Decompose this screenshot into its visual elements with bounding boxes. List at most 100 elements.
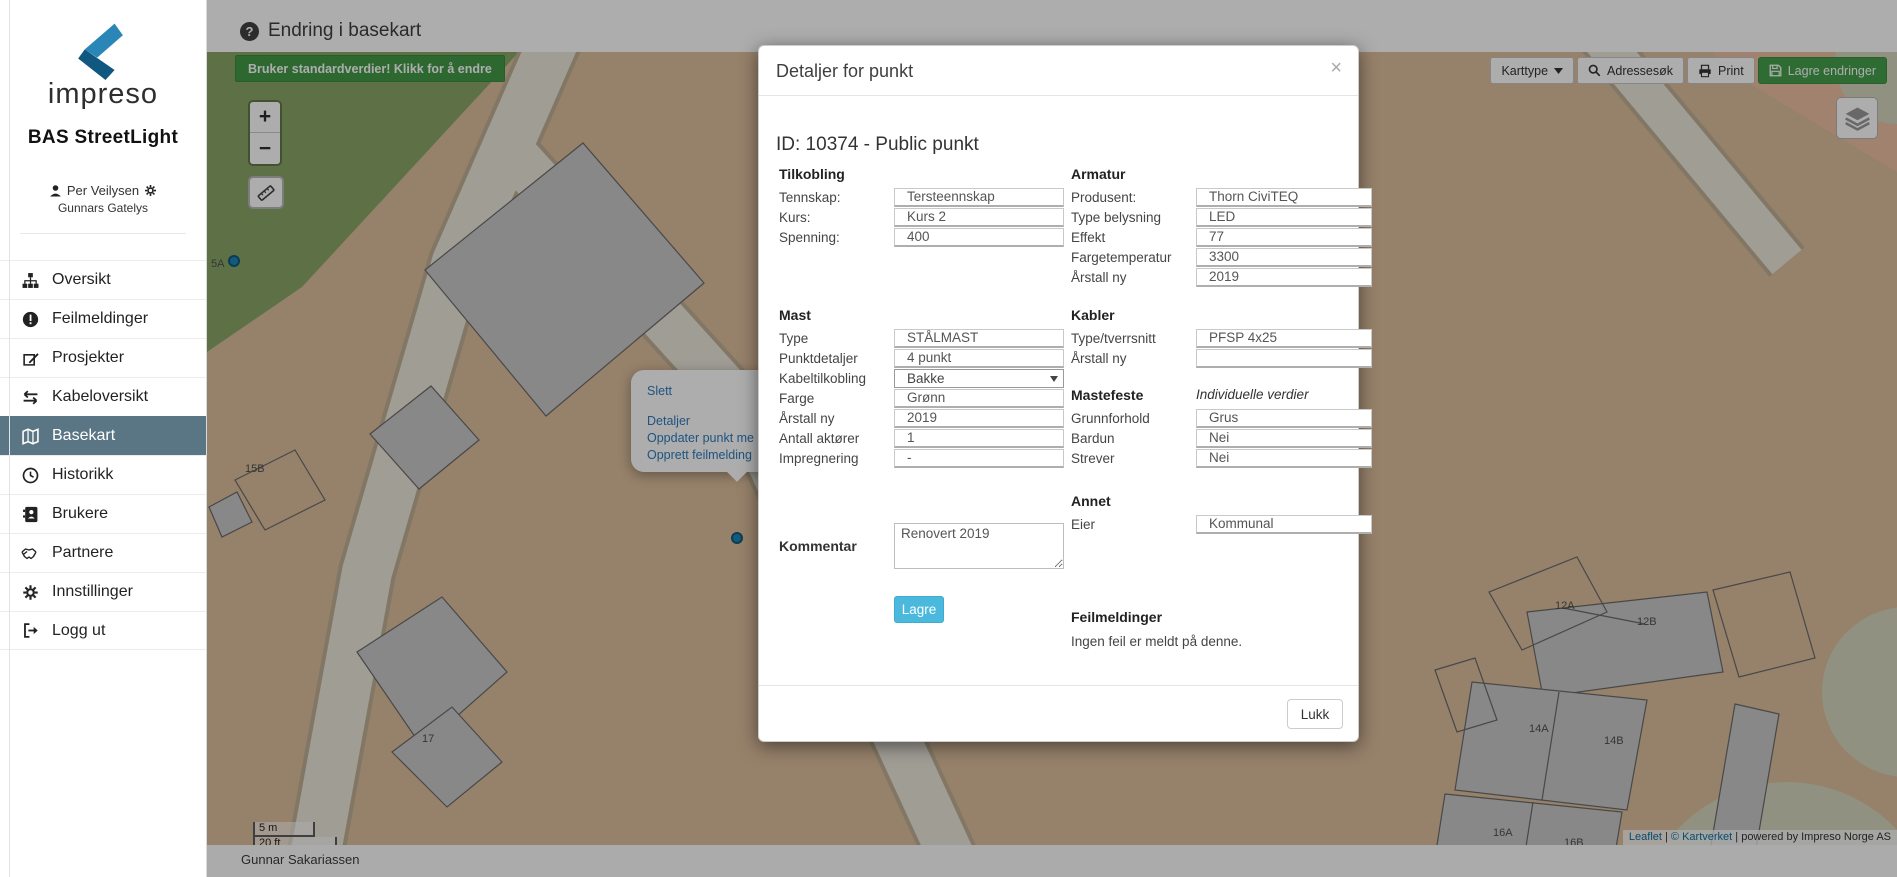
effekt-input[interactable] [1196,228,1372,247]
sidebar-item-label: Kabeloversikt [52,388,148,406]
bardun-input[interactable] [1196,429,1372,448]
section-title-mast: Mast [779,307,1069,324]
field-row-antall-aktorer: Antall aktører [779,428,1069,448]
section-title-armatur: Armatur [1071,166,1371,183]
sidebar: impreso BAS StreetLight Per Veilysen Gun… [0,0,207,877]
close-button[interactable]: Lukk [1287,699,1343,729]
sidebar-item-label: Logg ut [52,622,105,640]
tverrsnitt-input[interactable] [1196,329,1372,348]
user-name: Per Veilysen [67,183,139,198]
sidebar-item-logg-ut[interactable]: Logg ut [0,611,206,650]
field-row-mast-type: Type [779,328,1069,348]
field-row-strever: Strever [1071,448,1371,468]
impregnering-input[interactable] [894,449,1064,468]
field-label: Grunnforhold [1071,411,1196,426]
sidebar-item-label: Oversikt [52,271,111,289]
exclamation-circle-icon [21,311,39,328]
kurs-input[interactable] [894,208,1064,227]
sidebar-item-label: Innstillinger [52,583,133,601]
sign-out-icon [21,622,39,639]
modal-body: ID: 10374 - Public punkt Tilkobling Tenn… [759,96,1358,686]
modal-footer: Lukk [759,685,1358,741]
field-row-eier: Eier [1071,514,1371,534]
sidebar-item-prosjekter[interactable]: Prosjekter [0,338,206,377]
sidebar-item-oversikt[interactable]: Oversikt [0,260,206,299]
sidebar-item-label: Brukere [52,505,108,523]
field-row-grunnforhold: Grunnforhold [1071,408,1371,428]
kommentar-textarea[interactable]: Renovert 2019 [894,523,1064,569]
field-label: Effekt [1071,230,1196,245]
field-row-produsent: Produsent: [1071,187,1371,207]
field-label: Punktdetaljer [779,351,894,366]
sidebar-item-label: Partnere [52,544,113,562]
user-line: Per Veilysen [0,183,206,198]
feilmeldinger-title: Feilmeldinger [1071,609,1371,626]
spenning-input[interactable] [894,228,1064,247]
field-row-kurs: Kurs: [779,207,1069,227]
punktdetaljer-input[interactable] [894,349,1064,368]
field-row-punktdetaljer: Punktdetaljer [779,348,1069,368]
user-settings-gear-icon[interactable] [144,184,157,197]
kabeltilkobling-selected-value: Bakke [907,371,945,386]
strever-input[interactable] [1196,449,1372,468]
field-row-effekt: Effekt [1071,227,1371,247]
field-label: Strever [1071,451,1196,466]
sidebar-item-brukere[interactable]: Brukere [0,494,206,533]
modal-header: Detaljer for punkt × [759,46,1358,96]
section-title-mastefeste: Mastefeste Individuelle verdier [1071,387,1371,404]
map-icon [21,428,39,445]
modal-title: Detaljer for punkt [776,61,913,82]
address-book-icon [21,506,39,523]
sidebar-item-basekart[interactable]: Basekart [0,416,206,455]
tennskap-input[interactable] [894,188,1064,207]
sidebar-item-partnere[interactable]: Partnere [0,533,206,572]
field-label: Bardun [1071,431,1196,446]
sidebar-item-historikk[interactable]: Historikk [0,455,206,494]
field-label: Produsent: [1071,190,1196,205]
impreso-logo-text: impreso [0,78,206,111]
mast-arstall-input[interactable] [894,409,1064,428]
field-row-kommentar: Kommentar Renovert 2019 [779,523,1069,569]
sidebar-item-feilmeldinger[interactable]: Feilmeldinger [0,299,206,338]
sidebar-item-kabeloversikt[interactable]: Kabeloversikt [0,377,206,416]
point-heading: ID: 10374 - Public punkt [776,134,979,156]
section-title-kabler: Kabler [1071,307,1371,324]
field-row-armatur-arstall: Årstall ny [1071,267,1371,287]
field-label: Type belysning [1071,210,1196,225]
app-name: BAS StreetLight [0,127,206,149]
sidebar-divider [20,233,186,234]
antall-aktorer-input[interactable] [894,429,1064,448]
modal-column-left: Tilkobling Tennskap: Kurs: Spenning: Mas… [779,166,1069,623]
type-belysning-input[interactable] [1196,208,1372,227]
kommentar-label: Kommentar [779,538,894,554]
edit-icon [21,350,39,367]
impreso-logo-icon [72,22,134,80]
field-label: Type/tverrsnitt [1071,331,1196,346]
fargetemperatur-input[interactable] [1196,248,1372,267]
feilmeldinger-text: Ingen feil er meldt på denne. [1071,634,1371,649]
kabeltilkobling-select[interactable]: Bakke [894,369,1064,388]
main-content: 5A 15B 17 12A 12B 14A 14B 16A 16B [207,0,1897,877]
org-name: Gunnars Gatelys [0,201,206,215]
close-icon[interactable]: × [1330,58,1342,78]
section-title-tilkobling: Tilkobling [779,166,1069,183]
mastefeste-note: Individuelle verdier [1196,387,1309,404]
field-row-kabeltilkobling: Kabeltilkobling Bakke [779,368,1069,388]
produsent-input[interactable] [1196,188,1372,207]
mast-type-input[interactable] [894,329,1064,348]
sidebar-item-innstillinger[interactable]: Innstillinger [0,572,206,611]
eier-input[interactable] [1196,515,1372,534]
field-label: Tennskap: [779,190,894,205]
feilmeldinger-block: Feilmeldinger Ingen feil er meldt på den… [1071,609,1371,649]
field-row-spenning: Spenning: [779,227,1069,247]
field-label: Spenning: [779,230,894,245]
grunnforhold-input[interactable] [1196,409,1372,428]
field-label: Impregnering [779,451,894,466]
field-row-tennskap: Tennskap: [779,187,1069,207]
sidebar-nav: Oversikt Feilmeldinger Prosjekter Kabelo… [0,260,206,650]
farge-input[interactable] [894,389,1064,408]
kabler-arstall-input[interactable] [1196,349,1372,368]
armatur-arstall-input[interactable] [1196,268,1372,287]
save-button[interactable]: Lagre [894,596,944,623]
handshake-icon [21,545,39,562]
